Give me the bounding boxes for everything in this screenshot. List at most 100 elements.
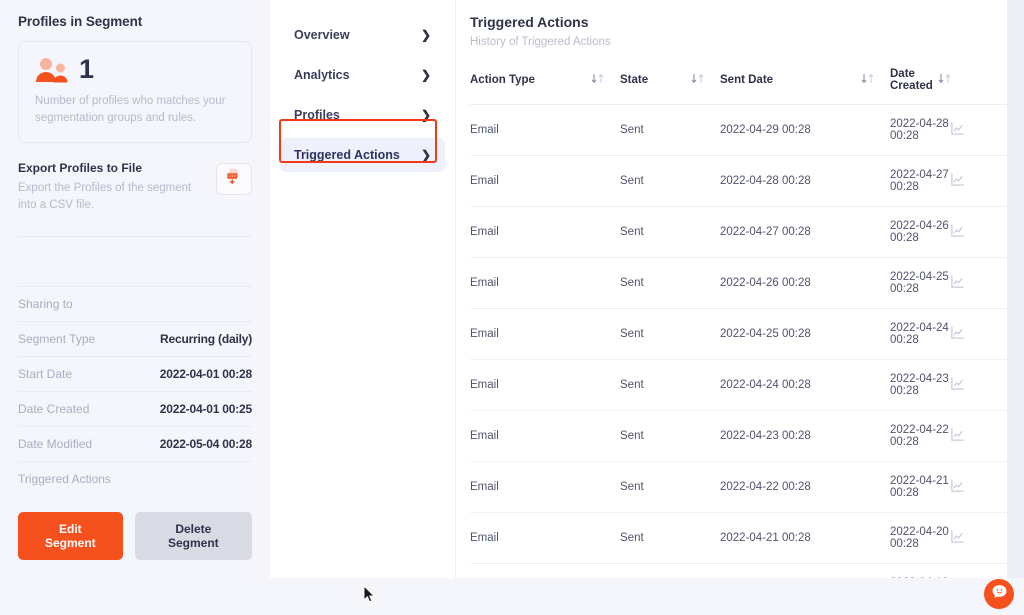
table-row[interactable]: Email Sent 2022-04-23 00:28 2022-04-22 00:2… <box>470 410 1010 462</box>
column-header-action-type[interactable]: Action Type <box>470 68 620 105</box>
cell-state: Sent <box>620 155 720 207</box>
panel-title: Triggered Actions <box>470 14 589 30</box>
export-title: Export Profiles to File <box>18 160 143 175</box>
cell-sent-date: 2022-04-24 00:28 <box>720 359 890 411</box>
line-chart-icon <box>950 326 965 343</box>
segment-action-buttons: Edit Segment Delete Segment <box>18 512 252 560</box>
table-header: Action Type State Sent Date Date Created <box>470 68 1010 105</box>
row-chart-action[interactable] <box>950 512 1010 564</box>
delete-segment-button[interactable]: Delete Segment <box>134 512 252 560</box>
column-header-state[interactable]: State <box>620 68 720 105</box>
table-row[interactable]: Email Sent 2022-04-29 00:28 2022-04-28 00:2… <box>470 104 1010 156</box>
cell-sent-date: 2022-04-26 00:28 <box>720 257 890 309</box>
meta-row: Date Created 2022-04-01 00:25 <box>18 392 252 427</box>
row-chart-action[interactable] <box>950 461 1010 513</box>
cell-date-created: 2022-04-28 00:28 <box>890 104 950 156</box>
meta-row: Segment Type Recurring (daily) <box>18 322 252 357</box>
cell-date-created: 2022-04-27 00:28 <box>890 155 950 207</box>
meta-label: Triggered Actions <box>18 472 111 486</box>
triggered-actions-panel: Triggered Actions History of Triggered A… <box>456 0 1024 578</box>
meta-value: 2022-04-01 00:28 <box>159 367 252 381</box>
nav-item-label: Overview <box>294 28 350 42</box>
table-row[interactable]: Email Sent 2022-04-27 00:28 2022-04-26 00:2… <box>470 206 1010 258</box>
csv-download-button[interactable]: CSV <box>216 162 252 195</box>
cell-action-type: Email <box>470 206 620 258</box>
row-chart-action[interactable] <box>950 564 1010 579</box>
row-chart-action[interactable] <box>950 359 1010 411</box>
line-chart-icon <box>950 530 965 547</box>
meta-label: Segment Type <box>18 332 96 346</box>
triggered-actions-table: Action Type State Sent Date Date Created… <box>470 68 1010 578</box>
meta-label: Date Modified <box>18 437 93 451</box>
cell-action-type: Email <box>470 512 620 564</box>
cell-action-type: Email <box>470 308 620 360</box>
meta-row: Start Date 2022-04-01 00:28 <box>18 357 252 392</box>
profiles-count-row: 1 <box>35 56 235 83</box>
cell-state: Sent <box>620 410 720 462</box>
main-content: Triggered Actions History of Triggered A… <box>456 14 1024 578</box>
nav-item-label: Analytics <box>294 68 350 82</box>
chevron-right-icon: ❯ <box>420 68 431 82</box>
nav-item-label: Profiles <box>294 108 340 122</box>
segment-sidebar: Profiles in Segment 1 Number of profiles… <box>0 0 270 578</box>
table-row[interactable]: Email Sent 2022-04-21 00:28 2022-04-20 00:2… <box>470 512 1010 564</box>
table-row[interactable]: Email Sent 2022-04-22 00:28 2022-04-21 00:2… <box>470 461 1010 513</box>
column-header-date-created[interactable]: Date Created <box>890 68 951 105</box>
row-chart-action[interactable] <box>950 308 1010 360</box>
line-chart-icon <box>950 122 965 139</box>
nav-item-profiles[interactable]: Profiles ❯ <box>280 98 445 132</box>
chat-bubble-icon <box>991 583 1008 605</box>
chat-widget-button[interactable] <box>984 579 1014 609</box>
table-row[interactable]: EmailSent2022-04-20 00:282022-04-19 00:2… <box>470 564 1010 579</box>
table-row[interactable]: Email Sent 2022-04-25 00:28 2022-04-24 00:2… <box>470 308 1010 360</box>
meta-label: Sharing to <box>18 297 73 311</box>
cell-sent-date: 2022-04-28 00:28 <box>720 155 890 207</box>
row-chart-action[interactable] <box>950 206 1010 258</box>
row-chart-action[interactable] <box>950 410 1010 462</box>
sort-toggle-icon[interactable] <box>690 73 720 87</box>
row-chart-action[interactable] <box>950 257 1010 309</box>
vertical-scrollbar-track[interactable] <box>1007 0 1024 578</box>
cell-action-type: Email <box>470 155 620 207</box>
panel-subtitle: History of Triggered Actions <box>470 36 611 48</box>
profiles-description: Number of profiles who matches your segm… <box>35 95 226 125</box>
sort-toggle-icon[interactable] <box>937 73 967 87</box>
meta-label: Start Date <box>18 367 73 381</box>
cell-sent-date: 2022-04-27 00:28 <box>720 206 890 258</box>
cell-date-created: 2022-04-19 00:28 <box>890 564 950 578</box>
table-row[interactable]: Email Sent 2022-04-24 00:28 2022-04-23 00:2… <box>470 359 1010 411</box>
page-title: Profiles in Segment <box>18 14 143 29</box>
meta-label: Date Created <box>18 402 90 416</box>
table-row[interactable]: Email Sent 2022-04-28 00:28 2022-04-27 00:2… <box>470 155 1010 207</box>
cell-state: Sent <box>620 308 720 360</box>
users-icon <box>35 57 69 83</box>
profiles-count: 1 <box>79 54 95 84</box>
export-profiles-row: Export Profiles to File Export the Profi… <box>18 161 252 215</box>
meta-value: Recurring (daily) <box>160 332 252 346</box>
export-description: Export the Profiles of the segment into … <box>18 181 192 211</box>
nav-item-analytics[interactable]: Analytics ❯ <box>280 58 445 92</box>
export-text-block: Export Profiles to File Export the Profi… <box>18 161 206 215</box>
csv-download-icon: CSV <box>225 167 243 190</box>
cell-sent-date: 2022-04-25 00:28 <box>720 308 890 360</box>
column-label: Action Type <box>470 74 535 86</box>
sort-toggle-icon[interactable] <box>590 73 620 87</box>
table-row[interactable]: Email Sent 2022-04-26 00:28 2022-04-25 00:2… <box>470 257 1010 309</box>
cell-date-created: 2022-04-23 00:28 <box>890 359 950 411</box>
nav-item-triggered-actions[interactable]: Triggered Actions ❯ <box>280 138 445 172</box>
chevron-right-icon: ❯ <box>420 28 431 42</box>
meta-row: Date Modified 2022-05-04 00:28 <box>18 427 252 462</box>
cell-date-created: 2022-04-21 00:28 <box>890 461 950 513</box>
cell-sent-date: 2022-04-21 00:28 <box>720 512 890 564</box>
edit-segment-button[interactable]: Edit Segment <box>18 512 123 560</box>
cell-state: Sent <box>620 512 720 564</box>
cell-sent-date: 2022-04-29 00:28 <box>720 104 890 156</box>
row-chart-action[interactable] <box>950 155 1010 207</box>
row-chart-action[interactable] <box>950 104 1010 156</box>
cell-date-created: 2022-04-24 00:28 <box>890 308 950 360</box>
sort-toggle-icon[interactable] <box>860 73 890 87</box>
nav-item-overview[interactable]: Overview ❯ <box>280 18 445 52</box>
cell-action-type: Email <box>470 359 620 411</box>
column-header-sent-date[interactable]: Sent Date <box>720 68 890 105</box>
